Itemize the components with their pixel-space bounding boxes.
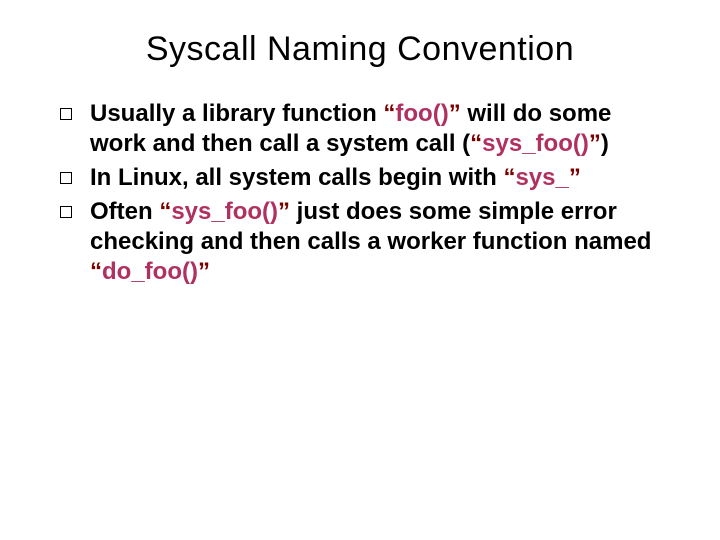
code-term: sys_foo() [171,198,278,225]
text-fragment: ) [601,130,609,157]
bullet-text: Usually a library function “foo()” will … [90,99,660,159]
square-bullet-icon [60,172,72,184]
open-quote: “ [383,100,395,127]
list-item: Often “sys_foo()” just does some simple … [60,197,660,287]
close-quote: ” [589,130,601,157]
open-quote: “ [159,198,171,225]
close-quote: ” [198,258,210,285]
text-fragment: In Linux, all system calls begin with [90,164,503,191]
bullet-list: Usually a library function “foo()” will … [40,99,680,287]
text-fragment: Usually a library function [90,100,383,127]
slide-title: Syscall Naming Convention [40,30,680,69]
code-term: sys_ [515,164,568,191]
close-quote: ” [278,198,290,225]
open-quote: “ [470,130,482,157]
bullet-text: Often “sys_foo()” just does some simple … [90,197,660,287]
close-quote: ” [449,100,461,127]
code-term: do_foo() [102,258,198,285]
slide: Syscall Naming Convention Usually a libr… [0,0,720,540]
bullet-text: In Linux, all system calls begin with “s… [90,163,660,193]
list-item: In Linux, all system calls begin with “s… [60,163,660,193]
open-quote: “ [503,164,515,191]
code-term: foo() [395,100,448,127]
square-bullet-icon [60,206,72,218]
open-quote: “ [90,258,102,285]
code-term: sys_foo() [482,130,589,157]
text-fragment: Often [90,198,159,225]
square-bullet-icon [60,108,72,120]
list-item: Usually a library function “foo()” will … [60,99,660,159]
close-quote: ” [569,164,581,191]
